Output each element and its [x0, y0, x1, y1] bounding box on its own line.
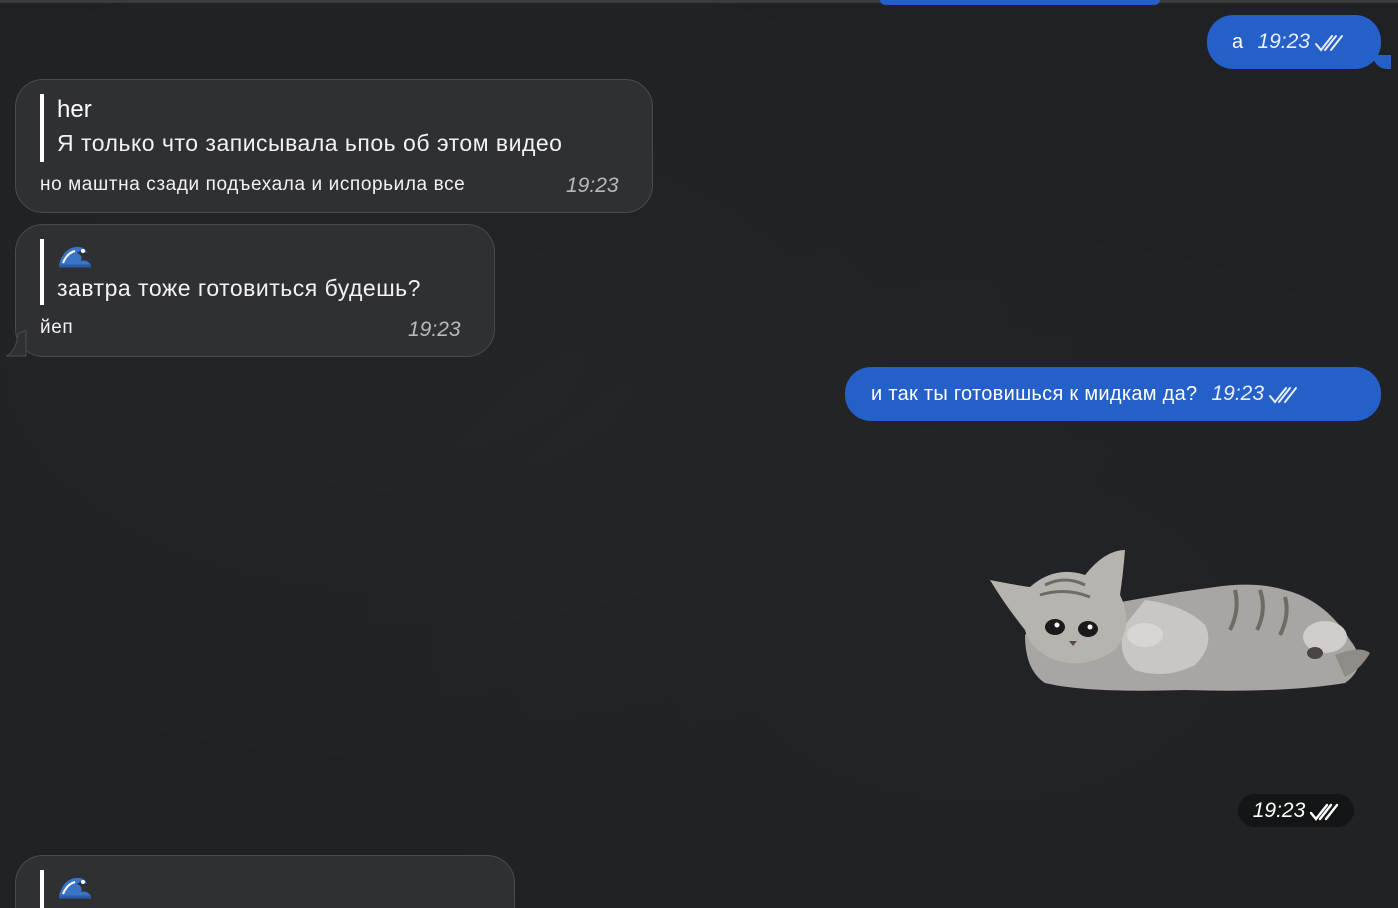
message-time: 19:23: [1257, 30, 1310, 53]
outgoing-message[interactable]: а 19:23: [1207, 15, 1381, 69]
reply-quote[interactable]: завтра тоже готовиться будешь?: [40, 239, 421, 305]
message-time: 19:23: [1252, 798, 1306, 822]
reply-text: Я только что записывала ьпоь об этом вид…: [57, 130, 563, 156]
double-check-icon: [1268, 386, 1298, 404]
incoming-message[interactable]: [15, 855, 515, 908]
message-time: 19:23: [566, 174, 619, 197]
reply-quote[interactable]: [40, 870, 93, 908]
message-time: 19:23: [408, 318, 461, 341]
double-check-icon: [1314, 34, 1344, 52]
reply-text: завтра тоже готовиться будешь?: [57, 275, 421, 301]
outgoing-message[interactable]: и так ты готовишься к мидкам да? 19:23: [845, 367, 1381, 421]
incoming-message[interactable]: завтра тоже готовиться будешь? йеп 19:23: [15, 224, 495, 357]
wave-emoji-icon: [57, 870, 93, 900]
message-text: но маштна сзади подъехала и испорьила вс…: [40, 174, 466, 195]
top-divider: [0, 0, 1398, 3]
reply-quote[interactable]: her Я только что записывала ьпоь об этом…: [40, 94, 562, 162]
message-text: йеп: [40, 317, 74, 338]
reply-author: [57, 870, 93, 902]
reply-author: [57, 239, 421, 271]
previous-outgoing-bubble-edge: [880, 0, 1160, 5]
reply-author: her: [57, 96, 92, 123]
message-time: 19:23: [1211, 382, 1265, 405]
wave-emoji-icon: [57, 239, 93, 269]
incoming-message[interactable]: her Я только что записывала ьпоь об этом…: [15, 79, 653, 213]
kitten-sticker[interactable]: [985, 545, 1375, 695]
double-check-icon: [1309, 803, 1339, 821]
message-text: а: [1232, 30, 1244, 53]
bubble-tail: [1373, 55, 1391, 69]
message-text: и так ты готовишься к мидкам да?: [871, 382, 1198, 405]
sticker-time-badge: 19:23: [1238, 794, 1354, 827]
chat-area[interactable]: а 19:23 her Я только что записывала ьпоь…: [0, 0, 1398, 908]
bubble-tail: [5, 330, 27, 357]
